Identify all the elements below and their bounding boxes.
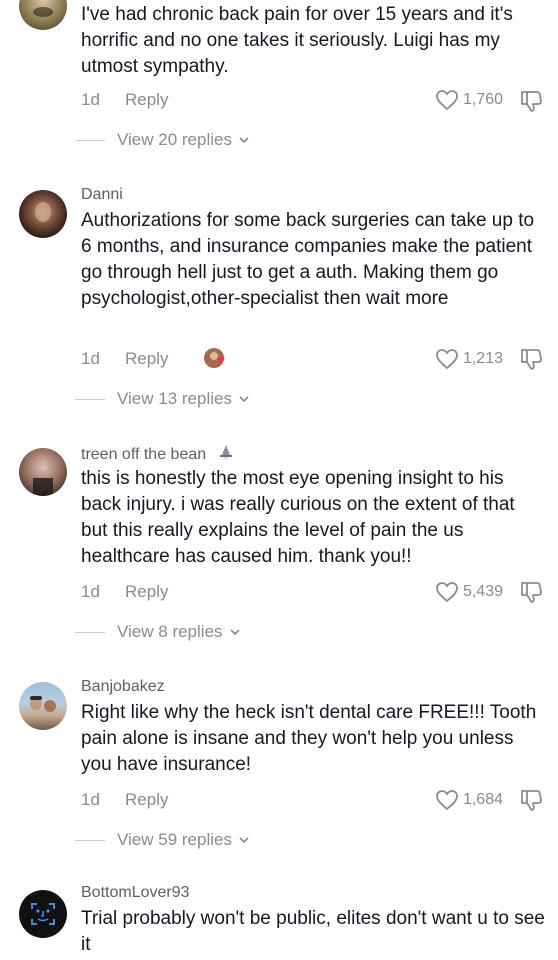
avatar[interactable] xyxy=(19,0,67,30)
comment-text: this is honestly the most eye opening in… xyxy=(81,468,515,567)
chevron-down-icon xyxy=(239,137,249,144)
avatar[interactable] xyxy=(19,190,67,238)
view-replies-button[interactable]: View 59 replies xyxy=(75,830,250,850)
comment-item: Banjobakez Right like why the heck isn't… xyxy=(0,676,558,861)
heart-icon xyxy=(436,349,458,370)
reply-button[interactable]: Reply xyxy=(125,90,168,110)
divider xyxy=(75,398,105,400)
comment-meta: 1d Reply xyxy=(81,90,168,110)
avatar[interactable] xyxy=(19,448,67,496)
chevron-down-icon xyxy=(239,396,249,403)
username[interactable]: treen off the bean xyxy=(81,444,235,464)
comment-item: I've had chronic back pain for over 15 y… xyxy=(0,0,558,160)
view-replies-label: View 59 replies xyxy=(117,830,232,849)
dislike-icon[interactable] xyxy=(518,346,544,372)
comment-time: 1d xyxy=(81,582,100,601)
heart-icon xyxy=(436,90,458,111)
reply-button[interactable]: Reply xyxy=(125,790,168,810)
username[interactable]: BottomLover93 xyxy=(81,884,190,902)
dislike-icon[interactable] xyxy=(518,787,544,813)
view-replies-label: View 20 replies xyxy=(117,130,232,149)
like-count: 1,213 xyxy=(462,350,503,367)
view-replies-button[interactable]: View 20 replies xyxy=(75,130,250,150)
comment-time: 1d xyxy=(81,790,100,809)
reply-button[interactable]: Reply xyxy=(125,582,168,602)
heart-icon xyxy=(436,790,458,811)
comment-text: Authorizations for some back surgeries c… xyxy=(81,210,535,309)
comment-text: Trial probably won't be public, elites d… xyxy=(81,908,545,955)
chevron-down-icon xyxy=(229,629,240,636)
dislike-icon[interactable] xyxy=(518,88,544,114)
avatar[interactable] xyxy=(19,890,67,938)
comment-meta: 1d Reply xyxy=(81,582,168,602)
view-replies-button[interactable]: View 8 replies xyxy=(75,622,241,642)
username[interactable]: Danni xyxy=(81,186,123,204)
comment-time: 1d xyxy=(81,90,100,109)
view-replies-label: View 13 replies xyxy=(117,389,232,408)
divider xyxy=(75,139,105,141)
like-count: 5,439 xyxy=(462,583,503,600)
dislike-icon[interactable] xyxy=(518,579,544,605)
comment-item: Danni Authorizations for some back surge… xyxy=(0,184,558,424)
comment-time: 1d xyxy=(81,349,100,368)
view-replies-button[interactable]: View 13 replies xyxy=(75,389,250,409)
like-button[interactable]: 5,439 xyxy=(435,581,503,603)
creator-liked-icon xyxy=(204,348,225,368)
divider xyxy=(75,839,105,841)
heart-icon xyxy=(436,582,458,603)
comment-text: Right like why the heck isn't dental car… xyxy=(81,702,537,775)
like-button[interactable]: 1,684 xyxy=(435,789,503,811)
reply-button[interactable]: Reply xyxy=(125,349,168,369)
comment-meta: 1d Reply xyxy=(81,790,168,810)
avatar[interactable] xyxy=(19,682,67,730)
like-count: 1,760 xyxy=(462,91,503,108)
comment-meta: 1d Reply xyxy=(81,348,225,369)
comment-text: I've had chronic back pain for over 15 y… xyxy=(81,4,513,77)
like-button[interactable]: 1,213 xyxy=(435,348,503,370)
divider xyxy=(75,631,105,633)
view-replies-label: View 8 replies xyxy=(117,622,223,641)
like-count: 1,684 xyxy=(462,791,503,808)
wizard-emoji-icon xyxy=(219,445,232,460)
username-label: treen off the bean xyxy=(81,446,207,463)
username[interactable]: Banjobakez xyxy=(81,678,165,696)
comment-item: BottomLover93 Trial probably won't be pu… xyxy=(0,884,558,960)
like-button[interactable]: 1,760 xyxy=(435,89,503,111)
chevron-down-icon xyxy=(239,837,249,844)
comment-item: treen off the bean this is honestly the … xyxy=(0,442,558,652)
